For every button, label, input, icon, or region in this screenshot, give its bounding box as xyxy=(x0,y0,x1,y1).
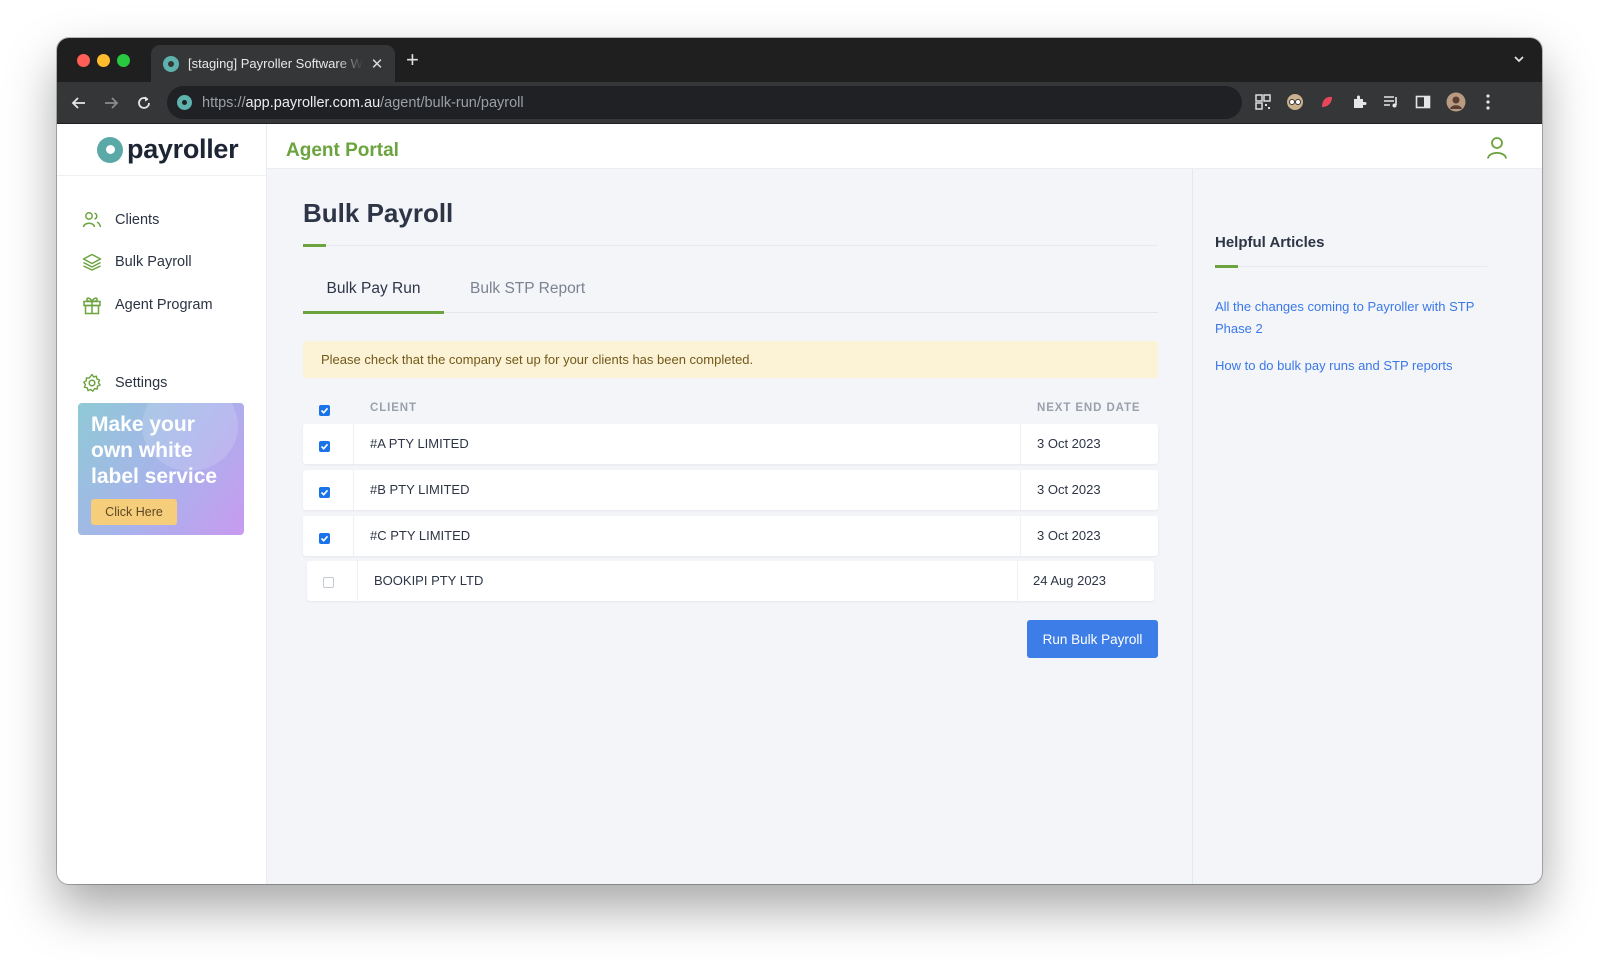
column-divider xyxy=(353,470,354,510)
column-divider xyxy=(353,516,354,556)
browser-window: [staging] Payroller Software Web App ✕ +… xyxy=(57,38,1542,884)
glasses-extension-icon[interactable] xyxy=(1285,92,1305,112)
title-divider xyxy=(303,245,1158,246)
helpful-articles-panel: Helpful Articles All the changes coming … xyxy=(1192,169,1542,884)
profile-avatar[interactable] xyxy=(1446,92,1466,112)
qr-code-extension-icon[interactable] xyxy=(1253,92,1273,112)
column-header-next-end-date: NEXT END DATE xyxy=(1037,402,1141,414)
row-checkbox[interactable] xyxy=(319,487,330,498)
run-bulk-payroll-button[interactable]: Run Bulk Payroll xyxy=(1027,620,1158,658)
table-row[interactable]: BOOKIPI PTY LTD 24 Aug 2023 xyxy=(307,561,1154,601)
white-label-promo-banner[interactable]: Make your own white label service Click … xyxy=(78,403,244,535)
title-accent-bar xyxy=(303,244,326,247)
tab-bar: Bulk Pay Run Bulk STP Report xyxy=(303,277,1158,314)
browser-menu-icon[interactable] xyxy=(1478,92,1498,112)
select-all-checkbox[interactable] xyxy=(319,405,330,416)
payroller-favicon-icon xyxy=(163,55,179,72)
sidebar: payroller Clients Bulk Payroll Agent Pro… xyxy=(57,124,267,884)
chevron-down-icon[interactable] xyxy=(1512,52,1526,71)
main-content: Bulk Payroll Bulk Pay Run Bulk STP Repor… xyxy=(267,169,1192,884)
promo-text: Make your own white label service xyxy=(91,413,218,488)
payroller-logo[interactable]: payroller xyxy=(97,134,239,165)
close-window-button[interactable] xyxy=(77,54,90,67)
client-name: BOOKIPI PTY LTD xyxy=(374,573,484,588)
next-end-date: 3 Oct 2023 xyxy=(1037,482,1101,497)
sidebar-divider xyxy=(57,175,267,176)
row-checkbox[interactable] xyxy=(323,577,334,588)
table-row[interactable]: #C PTY LIMITED 3 Oct 2023 xyxy=(303,516,1158,556)
page-title: Bulk Payroll xyxy=(303,198,454,228)
sidebar-item-label: Agent Program xyxy=(115,297,213,313)
setup-warning-alert: Please check that the company set up for… xyxy=(303,341,1158,378)
client-name: #A PTY LIMITED xyxy=(370,436,469,451)
helpful-articles-title: Helpful Articles xyxy=(1215,234,1325,251)
column-header-client: CLIENT xyxy=(370,402,417,414)
client-name: #C PTY LIMITED xyxy=(370,528,471,543)
back-arrow-icon[interactable] xyxy=(68,92,90,114)
minimize-window-button[interactable] xyxy=(97,54,110,67)
sidebar-item-bulk-payroll[interactable]: Bulk Payroll xyxy=(81,250,192,274)
address-url: https://app.payroller.com.au/agent/bulk-… xyxy=(202,94,524,111)
helpful-articles-accent-bar xyxy=(1215,265,1238,268)
column-divider xyxy=(353,424,354,464)
app-content: payroller Clients Bulk Payroll Agent Pro… xyxy=(57,124,1542,884)
payroller-logo-icon xyxy=(97,136,123,163)
gift-icon xyxy=(81,294,103,316)
maximize-window-button[interactable] xyxy=(117,54,130,67)
row-checkbox[interactable] xyxy=(319,533,330,544)
column-divider xyxy=(1020,424,1021,464)
address-bar[interactable]: https://app.payroller.com.au/agent/bulk-… xyxy=(167,86,1242,119)
media-queue-icon[interactable] xyxy=(1381,92,1401,112)
article-link-bulk-pay-runs[interactable]: How to do bulk pay runs and STP reports xyxy=(1215,355,1495,377)
row-checkbox[interactable] xyxy=(319,441,330,452)
browser-tab-title: [staging] Payroller Software Web App xyxy=(188,56,363,71)
logo-text: payroller xyxy=(127,134,239,164)
portal-title: Agent Portal xyxy=(286,140,399,161)
browser-toolbar: https://app.payroller.com.au/agent/bulk-… xyxy=(57,82,1542,124)
next-end-date: 24 Aug 2023 xyxy=(1033,573,1107,588)
column-divider xyxy=(1020,470,1021,510)
promo-click-here-button[interactable]: Click Here xyxy=(91,499,177,525)
table-row[interactable]: #A PTY LIMITED 3 Oct 2023 xyxy=(303,424,1158,464)
sidebar-item-label: Clients xyxy=(115,212,160,228)
forward-arrow-icon[interactable] xyxy=(100,92,122,114)
side-panel-icon[interactable] xyxy=(1413,92,1433,112)
next-end-date: 3 Oct 2023 xyxy=(1037,528,1101,543)
layers-icon xyxy=(81,251,103,273)
column-divider xyxy=(1020,516,1021,556)
new-tab-button[interactable]: + xyxy=(406,49,419,71)
next-end-date: 3 Oct 2023 xyxy=(1037,436,1101,451)
gear-icon xyxy=(81,372,103,394)
helpful-articles-divider xyxy=(1215,266,1487,267)
reload-icon[interactable] xyxy=(133,92,155,114)
tab-bulk-pay-run[interactable]: Bulk Pay Run xyxy=(303,277,444,314)
sidebar-item-settings[interactable]: Settings xyxy=(81,371,167,395)
site-info-icon[interactable] xyxy=(177,95,192,110)
sidebar-item-label: Bulk Payroll xyxy=(115,254,192,270)
sidebar-item-agent-program[interactable]: Agent Program xyxy=(81,293,213,317)
sidebar-item-clients[interactable]: Clients xyxy=(81,208,159,232)
users-icon xyxy=(81,209,103,231)
browser-tabstrip: [staging] Payroller Software Web App ✕ + xyxy=(57,38,1542,82)
client-name: #B PTY LIMITED xyxy=(370,482,470,497)
tab-bulk-stp-report[interactable]: Bulk STP Report xyxy=(470,277,585,313)
close-tab-icon[interactable]: ✕ xyxy=(369,55,385,73)
column-divider xyxy=(1017,561,1018,601)
browser-tab[interactable]: [staging] Payroller Software Web App ✕ xyxy=(151,45,395,82)
column-divider xyxy=(357,561,358,601)
user-profile-icon[interactable] xyxy=(1486,136,1508,160)
red-extension-icon[interactable] xyxy=(1317,92,1337,112)
top-bar: Agent Portal xyxy=(267,124,1542,169)
sidebar-item-label: Settings xyxy=(115,375,168,391)
table-row[interactable]: #B PTY LIMITED 3 Oct 2023 xyxy=(303,470,1158,510)
article-link-stp-phase-2[interactable]: All the changes coming to Payroller with… xyxy=(1215,296,1495,340)
puzzle-extensions-icon[interactable] xyxy=(1349,92,1369,112)
table-header: CLIENT NEXT END DATE xyxy=(303,397,1158,421)
